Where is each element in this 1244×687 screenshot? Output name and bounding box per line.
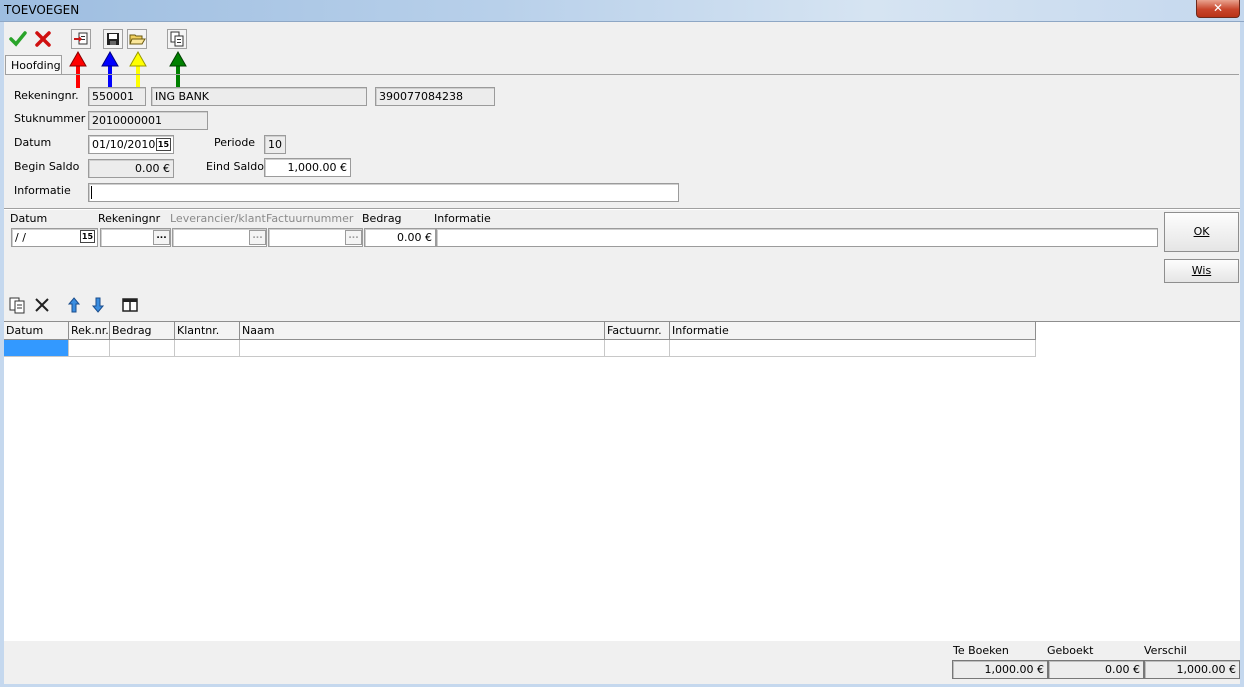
text-cursor — [91, 186, 92, 199]
entry-bedrag-label: Bedrag — [362, 212, 402, 225]
table-cell-selected[interactable] — [4, 340, 69, 357]
geboekt-field: 0.00 € — [1048, 660, 1144, 679]
ok-button[interactable]: OK — [1164, 212, 1239, 252]
table-cell[interactable] — [670, 340, 1036, 357]
grid-edit-icon[interactable] — [7, 295, 27, 315]
grid-area[interactable] — [4, 321, 1240, 641]
entry-factuurnummer-label: Factuurnummer — [266, 212, 354, 225]
begin-saldo-field: 0.00 € — [88, 159, 174, 178]
close-button[interactable]: ✕ — [1196, 0, 1240, 18]
column-header-bedrag[interactable]: Bedrag — [110, 322, 175, 340]
geboekt-label: Geboekt — [1047, 644, 1094, 657]
datum-value: 01/10/2010 — [92, 138, 156, 151]
te-boeken-label: Te Boeken — [953, 644, 1009, 657]
grid-delete-icon[interactable] — [32, 295, 52, 315]
column-header-informatie[interactable]: Informatie — [670, 322, 1036, 340]
table-cell[interactable] — [110, 340, 175, 357]
rekeningnr-field: 550001 — [88, 87, 146, 106]
informatie-label: Informatie — [14, 184, 71, 197]
columns-icon[interactable] — [120, 295, 140, 315]
entry-leverancier-lookup-button: ... — [249, 230, 266, 245]
new-document-icon[interactable] — [71, 29, 91, 49]
rekeningnr-label: Rekeningnr. — [14, 89, 79, 102]
window-title: TOEVOEGEN — [4, 3, 80, 17]
title-bar — [0, 0, 1244, 22]
copy-icon[interactable] — [167, 29, 187, 49]
eind-saldo-label: Eind Saldo — [206, 160, 264, 173]
periode-field: 10 — [264, 135, 286, 154]
table-cell[interactable] — [605, 340, 670, 357]
verschil-label: Verschil — [1144, 644, 1187, 657]
column-header-reknr[interactable]: Rek.nr. — [69, 322, 110, 340]
entry-rekeningnr-label: Rekeningnr — [98, 212, 161, 225]
wis-button-label: Wis — [1191, 264, 1212, 277]
table-cell[interactable] — [175, 340, 240, 357]
stuknummer-label: Stuknummer — [14, 112, 86, 125]
entry-informatie-field[interactable] — [436, 228, 1158, 247]
red-arrow-icon — [69, 50, 87, 88]
table-cell[interactable] — [69, 340, 110, 357]
tab-hoofding[interactable]: Hoofding — [5, 55, 62, 75]
table-cell[interactable] — [240, 340, 605, 357]
verschil-field: 1,000.00 € — [1144, 660, 1240, 679]
move-down-icon[interactable] — [88, 295, 108, 315]
entry-rekeningnr-lookup-button[interactable]: ... — [153, 230, 170, 245]
bank-name-field: ING BANK — [151, 87, 367, 106]
te-boeken-field: 1,000.00 € — [952, 660, 1048, 679]
entry-datum-label: Datum — [10, 212, 48, 225]
cancel-icon[interactable] — [33, 29, 53, 49]
column-header-klantnr[interactable]: Klantnr. — [175, 322, 240, 340]
entry-calendar-icon[interactable]: 15 — [80, 230, 95, 243]
blue-arrow-icon — [101, 50, 119, 88]
annotation-arrows — [69, 50, 187, 88]
wis-button[interactable]: Wis — [1164, 259, 1239, 283]
entry-leverancier-label: Leverancier/klant — [170, 212, 266, 225]
entry-factuurnummer-lookup-button: ... — [345, 230, 362, 245]
ok-button-label: OK — [1193, 225, 1210, 238]
column-header-factuurnr[interactable]: Factuurnr. — [605, 322, 670, 340]
move-up-icon[interactable] — [64, 295, 84, 315]
calendar-icon[interactable]: 15 — [156, 138, 171, 151]
begin-saldo-label: Begin Saldo — [14, 160, 80, 173]
bank-account-field: 390077084238 — [375, 87, 495, 106]
eind-saldo-field[interactable]: 1,000.00 € — [264, 158, 351, 177]
entry-bedrag-field[interactable]: 0.00 € — [364, 228, 436, 247]
check-icon[interactable] — [8, 29, 28, 49]
datum-label: Datum — [14, 136, 52, 149]
green-arrow-icon — [169, 50, 187, 88]
column-header-datum[interactable]: Datum — [4, 322, 69, 340]
stuknummer-field: 2010000001 — [88, 111, 208, 130]
tab-divider — [5, 74, 1239, 75]
informatie-field[interactable] — [88, 183, 679, 202]
entry-informatie-label: Informatie — [434, 212, 491, 225]
periode-label: Periode — [214, 136, 256, 149]
save-icon[interactable] — [103, 29, 123, 49]
yellow-arrow-icon — [129, 50, 147, 88]
column-header-naam[interactable]: Naam — [240, 322, 605, 340]
section-separator — [4, 208, 1240, 210]
open-folder-icon[interactable] — [127, 29, 147, 49]
